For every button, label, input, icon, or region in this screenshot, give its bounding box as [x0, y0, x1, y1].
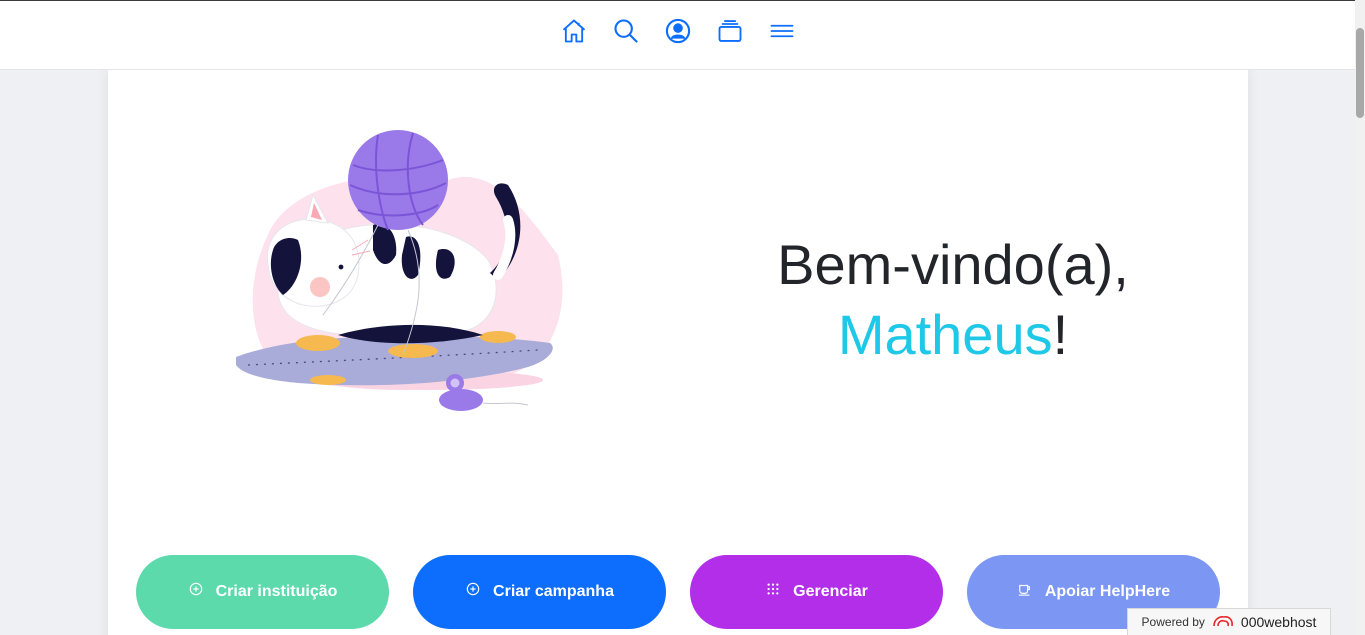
create-institution-button[interactable]: Criar instituição — [136, 555, 389, 629]
powered-by-badge[interactable]: Powered by 000webhost — [1127, 608, 1331, 635]
main-card: Bem-vindo(a), Matheus! Criar instituição… — [108, 70, 1248, 635]
create-campaign-button[interactable]: Criar campanha — [413, 555, 666, 629]
plus-circle-icon — [465, 581, 481, 597]
webhost-brand-text: 000webhost — [1240, 614, 1317, 630]
scrollbar-thumb[interactable] — [1356, 28, 1364, 118]
top-navbar — [0, 0, 1355, 70]
create-institution-label: Criar instituição — [215, 583, 338, 600]
nav-icon-bar — [559, 16, 797, 46]
webhost-logo-icon — [1211, 613, 1235, 632]
cup-icon — [1017, 581, 1033, 597]
page-scrollbar[interactable] — [1355, 0, 1365, 635]
support-helphere-label: Apoiar HelpHere — [1044, 583, 1171, 600]
plus-circle-icon — [188, 581, 204, 597]
home-icon[interactable] — [559, 16, 589, 46]
user-circle-icon[interactable] — [663, 16, 693, 46]
collection-icon[interactable] — [715, 16, 745, 46]
search-icon[interactable] — [611, 16, 641, 46]
action-buttons: Criar instituição Criar campanha Gerenci… — [136, 555, 1220, 629]
welcome-heading: Bem-vindo(a), Matheus! — [668, 230, 1238, 370]
grid-dots-icon — [765, 581, 781, 597]
user-greeting-line: Matheus! — [668, 300, 1238, 370]
cat-with-yarn-illustration — [228, 125, 568, 415]
create-campaign-label: Criar campanha — [493, 583, 614, 600]
greeting-text: Bem-vindo(a), — [777, 233, 1129, 296]
exclamation: ! — [1052, 303, 1069, 366]
powered-by-text: Powered by — [1141, 615, 1205, 629]
manage-label: Gerenciar — [793, 583, 868, 600]
menu-icon[interactable] — [767, 16, 797, 46]
manage-button[interactable]: Gerenciar — [690, 555, 943, 629]
user-name: Matheus — [837, 303, 1053, 366]
